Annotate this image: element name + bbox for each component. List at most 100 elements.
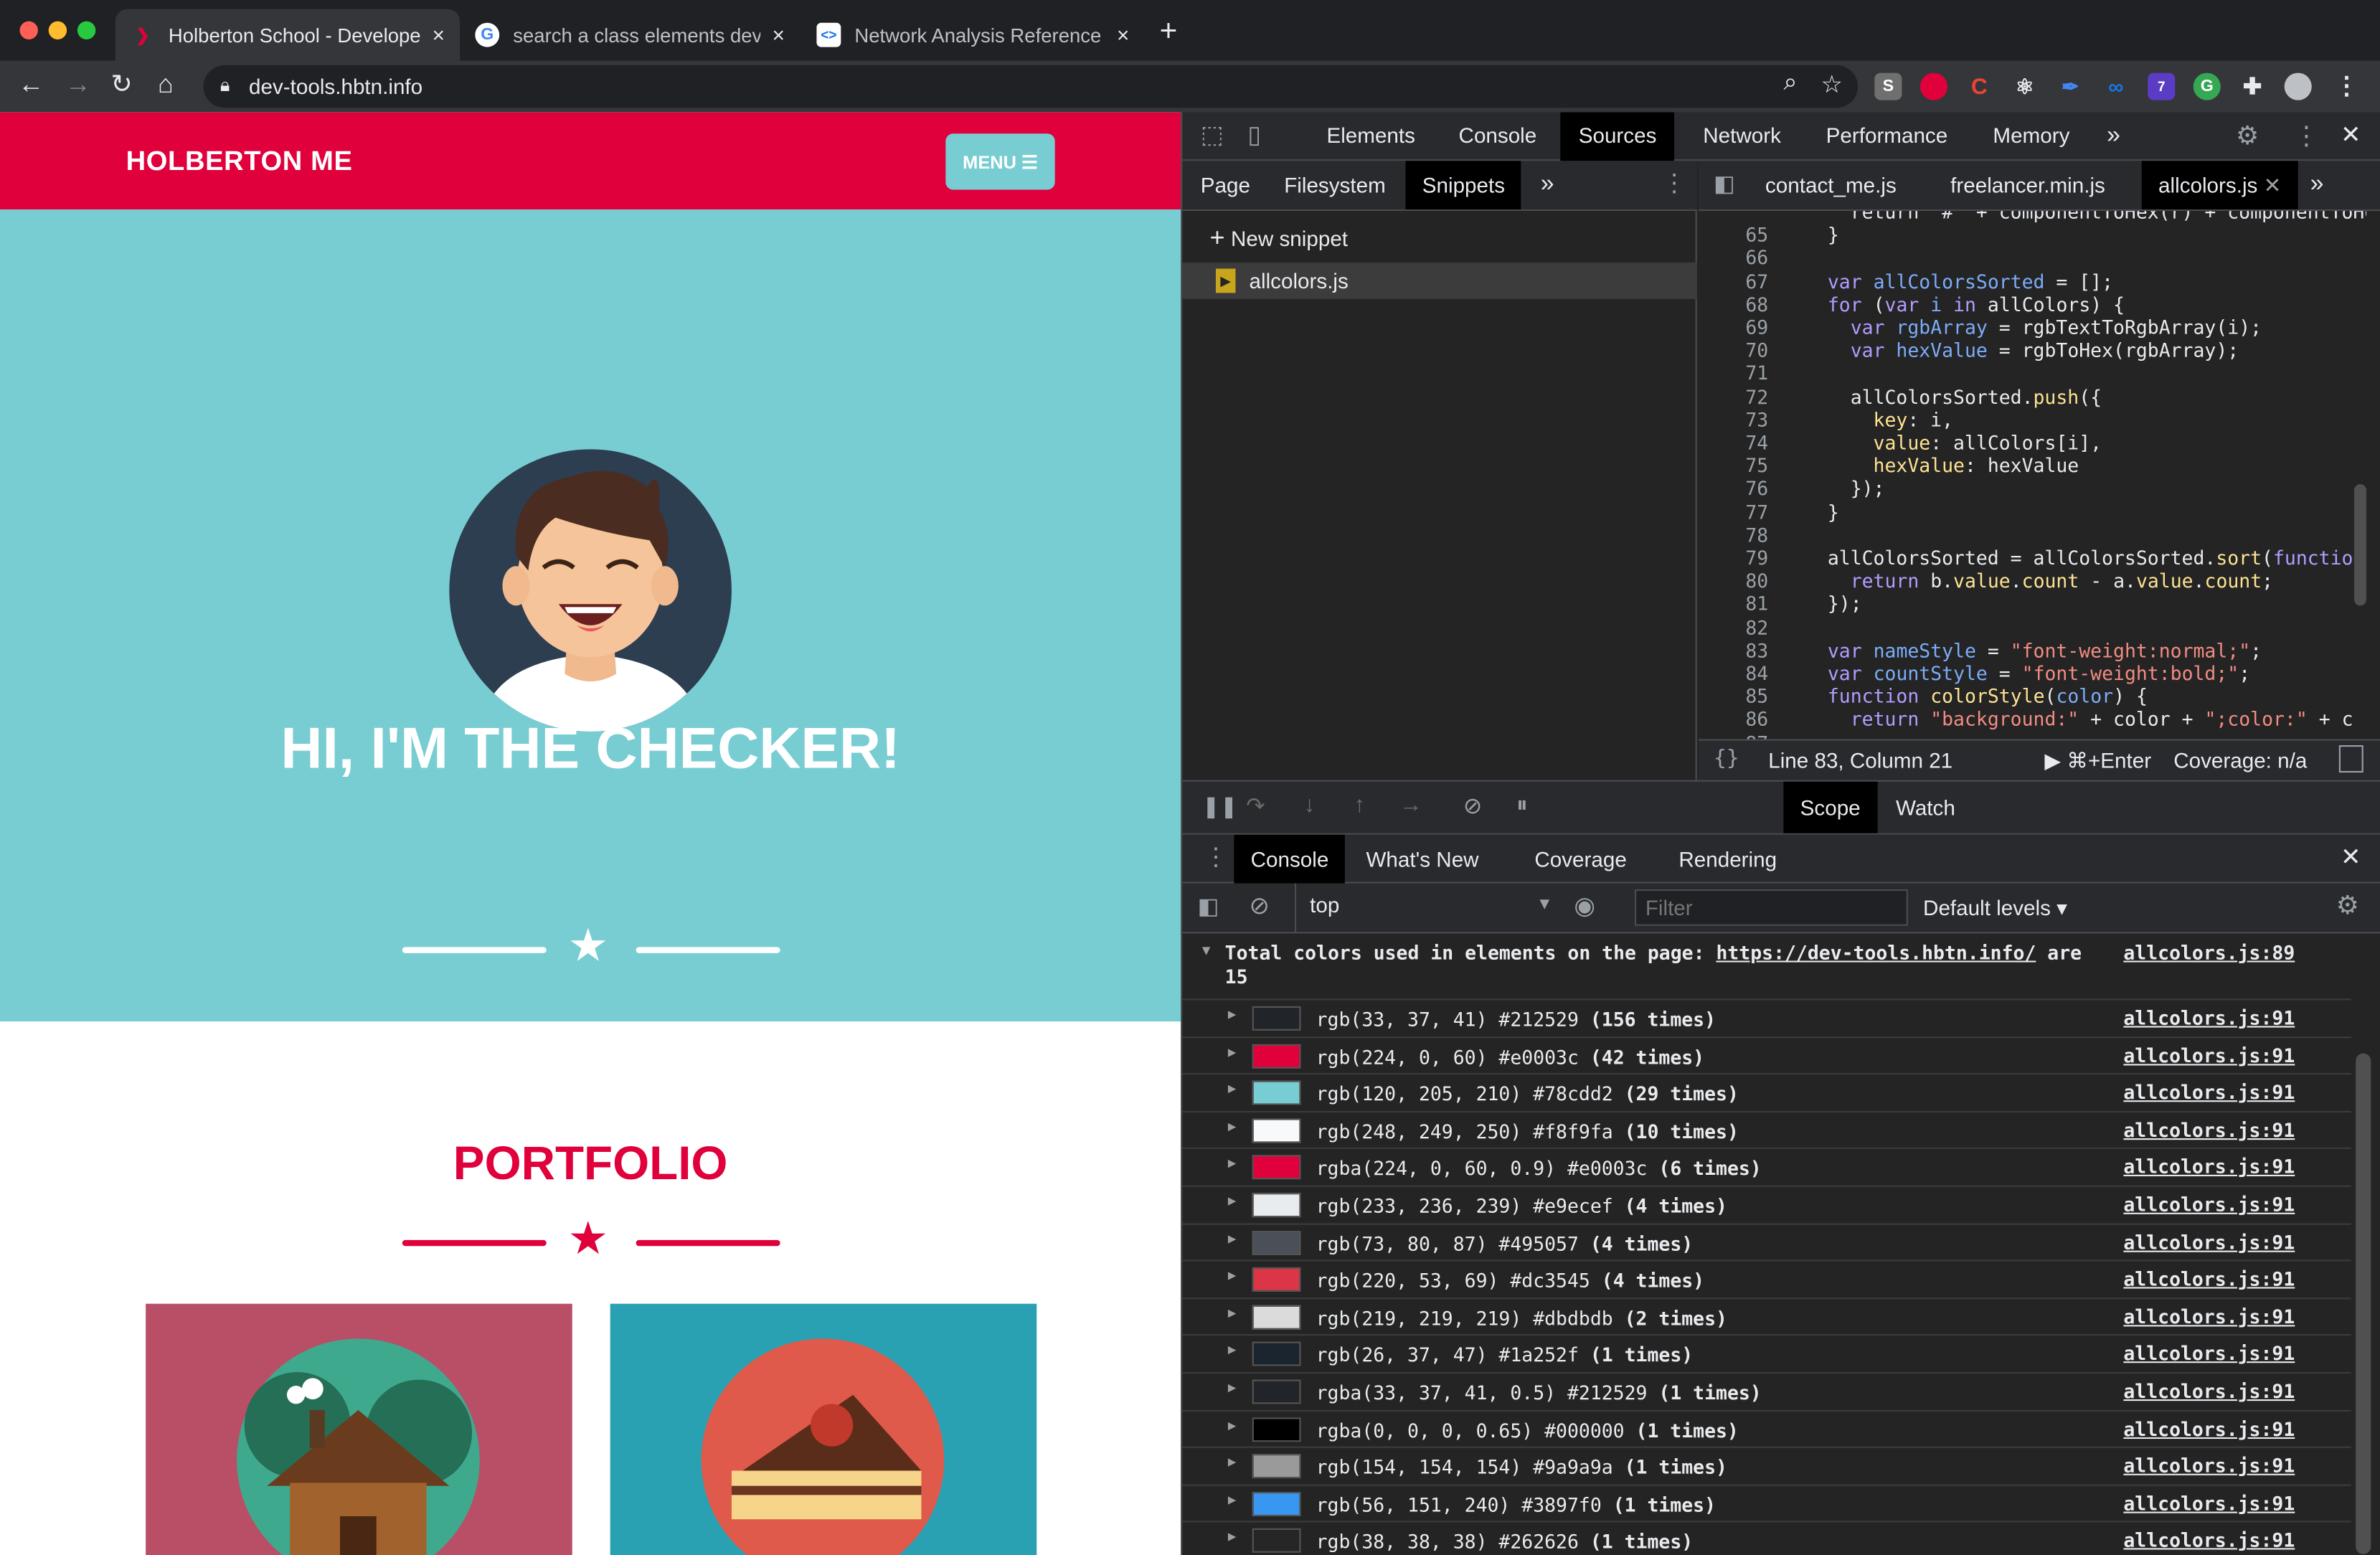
source-link[interactable]: allcolors.js:91 <box>2123 1155 2295 1178</box>
source-link[interactable]: allcolors.js:91 <box>2123 1492 2295 1515</box>
editor-tab-allcolors[interactable]: allcolors.js ✕ <box>2141 161 2298 210</box>
line-number[interactable]: 84 <box>1699 662 1768 685</box>
editor-tab-contact-me[interactable]: contact_me.js <box>1765 161 1897 209</box>
source-link[interactable]: allcolors.js:91 <box>2123 1230 2295 1253</box>
drawer-tab-whats-new[interactable]: What's New <box>1366 835 1478 884</box>
line-number[interactable]: 83 <box>1699 638 1768 661</box>
expand-arrow-icon[interactable]: ▶ <box>1228 1232 1236 1247</box>
new-tab-button[interactable]: + <box>1160 15 1178 50</box>
color-row[interactable]: ▶ rgb(73, 80, 87) #495057 (4 times) allcol… <box>1182 1222 2351 1260</box>
browser-tab-network-reference[interactable]: <> Network Analysis Reference | × <box>801 9 1144 61</box>
address-bar[interactable]: 🔒︎ dev-tools.hbtn.info ⌕ ☆ <box>203 65 1859 108</box>
line-number[interactable]: 67 <box>1699 270 1768 293</box>
color-row[interactable]: ▶ rgb(33, 37, 41) #212529 (156 times) allc… <box>1182 998 2351 1036</box>
code-editor[interactable]: return "#" + componentToHex(r) + compone… <box>1698 211 2366 739</box>
zoom-window-button[interactable] <box>77 21 96 40</box>
drawer-tab-rendering[interactable]: Rendering <box>1678 835 1777 884</box>
zoom-search-icon[interactable]: ⌕ <box>1783 70 1797 97</box>
line-number[interactable]: 68 <box>1699 293 1768 316</box>
source-link[interactable]: allcolors.js:91 <box>2123 1118 2295 1141</box>
bookmark-star-icon[interactable]: ☆ <box>1821 70 1843 100</box>
line-number[interactable]: 65 <box>1699 223 1768 246</box>
code-line[interactable]: 86 return "background:" + color + ";colo… <box>1699 708 2366 731</box>
color-row[interactable]: ▶ rgba(33, 37, 41, 0.5) #212529 (1 times)… <box>1182 1371 2351 1409</box>
clear-console-icon[interactable]: ⊘ <box>1250 891 1270 921</box>
code-line[interactable]: 81 }); <box>1699 592 2366 615</box>
minimize-window-button[interactable] <box>48 21 67 40</box>
more-navigator-tabs-icon[interactable]: » <box>1541 161 1554 209</box>
console-filter-input[interactable] <box>1635 889 1908 926</box>
avatar[interactable] <box>2284 72 2312 100</box>
code-line[interactable]: 85 function colorStyle(color) { <box>1699 685 2366 708</box>
color-row[interactable]: ▶ rgb(154, 154, 154) #9a9a9a (1 times) all… <box>1182 1447 2351 1484</box>
line-number[interactable]: 69 <box>1699 316 1768 339</box>
color-row[interactable]: ▶ rgb(26, 37, 47) #1a252f (1 times) allcol… <box>1182 1334 2351 1372</box>
home-icon[interactable]: ⌂ <box>158 70 174 100</box>
toggle-navigator-icon[interactable]: ◧ <box>1714 161 1735 209</box>
code-line[interactable]: 69 var rgbArray = rgbTextToRgbArray(i); <box>1699 316 2366 339</box>
console-scrollbar[interactable] <box>2356 1053 2371 1554</box>
pause-on-exceptions-icon[interactable]: ⏸ <box>1516 793 1528 818</box>
source-link[interactable]: allcolors.js:91 <box>2123 1044 2295 1067</box>
color-row[interactable]: ▶ rgba(224, 0, 60, 0.9) #e0003c (6 times)… <box>1182 1148 2351 1186</box>
tab-memory[interactable]: Memory <box>1993 113 2069 161</box>
color-row[interactable]: ▶ rgb(233, 236, 239) #e9ecef (4 times) all… <box>1182 1185 2351 1223</box>
expand-arrow-icon[interactable]: ▶ <box>1228 1008 1236 1023</box>
line-number[interactable]: 70 <box>1699 339 1768 361</box>
code-line[interactable]: 68 for (var i in allColors) { <box>1699 293 2366 316</box>
line-number[interactable]: 79 <box>1699 547 1768 569</box>
browser-menu-icon[interactable]: ⋮ <box>2333 73 2360 100</box>
close-drawer-icon[interactable]: ✕ <box>2341 835 2361 884</box>
extension-pen-icon[interactable]: ✒ <box>2056 73 2084 100</box>
pause-icon[interactable]: ❚❚ <box>1202 794 1238 820</box>
console-settings-gear-icon[interactable]: ⚙ <box>2336 891 2359 921</box>
code-line[interactable]: 73 key: i, <box>1699 408 2366 431</box>
more-tabs-icon[interactable]: » <box>2107 113 2120 161</box>
extension-infinity-icon[interactable]: ∞ <box>2102 73 2130 100</box>
line-number[interactable]: 75 <box>1699 454 1768 477</box>
expand-arrow-icon[interactable]: ▶ <box>1228 1194 1236 1209</box>
menu-button[interactable]: MENU ☰ <box>945 133 1055 190</box>
close-window-button[interactable] <box>19 21 38 40</box>
expand-arrow-icon[interactable]: ▶ <box>1228 1082 1236 1097</box>
color-row[interactable]: ▶ rgb(248, 249, 250) #f8f9fa (10 times) al… <box>1182 1110 2351 1148</box>
code-line[interactable]: return "#" + componentToHex(r) + compone… <box>1699 211 2366 223</box>
source-link[interactable]: allcolors.js:91 <box>2123 1380 2295 1403</box>
code-line[interactable]: 78 <box>1699 524 2366 547</box>
drawer-tab-coverage[interactable]: Coverage <box>1534 835 1626 884</box>
navigator-menu-icon[interactable]: ⋮ <box>1662 161 1686 209</box>
expand-arrow-icon[interactable]: ▶ <box>1228 1120 1236 1135</box>
run-snippet-button[interactable]: ▶ ⌘+Enter <box>2044 748 2151 774</box>
drawer-menu-icon[interactable]: ⋮ <box>1204 842 1228 872</box>
extension-badge-icon[interactable]: 7 <box>2148 72 2176 100</box>
editor-tab-freelancer[interactable]: freelancer.min.js <box>1950 161 2105 209</box>
tab-scope[interactable]: Scope <box>1783 781 1877 833</box>
tab-network[interactable]: Network <box>1703 113 1781 161</box>
line-number[interactable]: 80 <box>1699 569 1768 592</box>
forward-icon[interactable]: → <box>65 70 91 100</box>
expand-arrow-icon[interactable]: ▶ <box>1228 1269 1236 1284</box>
code-line[interactable]: 87 <box>1699 731 2366 739</box>
code-line[interactable]: 84 var countStyle = "font-weight:bold;"; <box>1699 662 2366 685</box>
more-editor-tabs-icon[interactable]: » <box>2310 161 2324 209</box>
tab-console[interactable]: Console <box>1459 113 1537 161</box>
snippet-item[interactable]: ▶ allcolors.js <box>1182 263 1697 299</box>
portfolio-card-cabin[interactable] <box>146 1303 572 1555</box>
color-row[interactable]: ▶ rgb(224, 0, 60) #e0003c (42 times) allco… <box>1182 1036 2351 1073</box>
line-number[interactable]: 76 <box>1699 477 1768 500</box>
step-out-icon[interactable]: ↑ <box>1354 793 1366 818</box>
device-toolbar-icon[interactable]: ▯ <box>1247 113 1261 161</box>
back-icon[interactable]: ← <box>18 70 44 100</box>
site-brand[interactable]: HOLBERTON ME <box>126 146 353 177</box>
line-number[interactable]: 77 <box>1699 500 1768 523</box>
code-line[interactable]: 83 var nameStyle = "font-weight:normal;"… <box>1699 638 2366 661</box>
extension-react-icon[interactable]: ⚛ <box>2011 73 2039 100</box>
source-link[interactable]: allcolors.js:91 <box>2123 1193 2295 1216</box>
line-number[interactable]: 78 <box>1699 524 1768 547</box>
tab-elements[interactable]: Elements <box>1326 113 1415 161</box>
extension-c-icon[interactable]: C <box>1965 73 1993 100</box>
expand-arrow-icon[interactable]: ▶ <box>1228 1157 1236 1172</box>
source-link[interactable]: allcolors.js:91 <box>2123 1081 2295 1104</box>
log-levels-select[interactable]: Default levels ▾ <box>1923 895 2067 921</box>
code-line[interactable]: 70 var hexValue = rgbToHex(rgbArray); <box>1699 339 2366 361</box>
